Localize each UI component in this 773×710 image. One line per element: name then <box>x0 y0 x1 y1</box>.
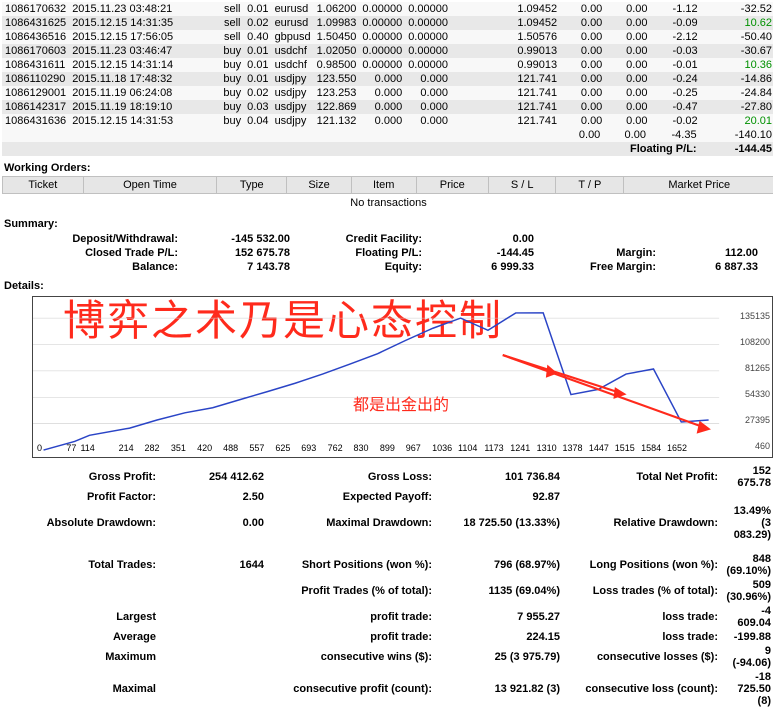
orders-col: Open Time <box>83 177 217 194</box>
orders-col: Ticket <box>3 177 84 194</box>
summary-table: Deposit/Withdrawal:-145 532.00 Credit Fa… <box>22 232 764 274</box>
trade-row[interactable]: 10861706032015.11.23 03:46:47buy0.01usdc… <box>2 44 773 58</box>
orders-col: Price <box>416 177 488 194</box>
trade-row[interactable]: 10864316112015.12.15 14:31:14buy0.01usdc… <box>2 58 773 72</box>
orders-col: Size <box>287 177 352 194</box>
orders-col: Type <box>217 177 287 194</box>
trade-row[interactable]: 10861706322015.11.23 03:48:21sell0.01eur… <box>2 2 773 16</box>
working-orders-header: TicketOpen TimeTypeSizeItemPriceS / LT /… <box>2 176 773 194</box>
no-transactions-text: No transactions <box>2 194 773 212</box>
orders-col: T / P <box>556 177 624 194</box>
trade-row[interactable]: 10864316252015.12.15 14:31:35sell0.02eur… <box>2 16 773 30</box>
orders-col: Item <box>351 177 416 194</box>
stats-table: Gross Profit:254 412.62Gross Loss:101 73… <box>2 464 773 708</box>
trade-row[interactable]: 10864365162015.12.15 17:56:05sell0.40gbp… <box>2 30 773 44</box>
totals-table: 0.00 0.00 -4.35 -140.10 Floating P/L: -1… <box>2 128 773 156</box>
section-working-orders: Working Orders: <box>4 162 773 174</box>
chart-line-svg <box>33 297 772 466</box>
trade-row[interactable]: 10864316362015.12.15 14:31:53buy0.04usdj… <box>2 114 773 128</box>
open-trades-table: 10861706322015.11.23 03:48:21sell0.01eur… <box>2 2 773 128</box>
balance-chart: 博弈之术乃是心态控制 都是出金出的 4602739554330812651082… <box>32 296 773 458</box>
overlay-text-small: 都是出金出的 <box>353 391 449 415</box>
trade-row[interactable]: 10861423172015.11.19 18:19:10buy0.03usdj… <box>2 100 773 114</box>
trade-row[interactable]: 10861102902015.11.18 17:48:32buy0.01usdj… <box>2 72 773 86</box>
section-summary: Summary: <box>4 218 773 230</box>
chart-xaxis: 0771142142823514204885576256937628308999… <box>33 443 728 455</box>
orders-col: S / L <box>489 177 556 194</box>
chart-yaxis: 460273955433081265108200135135 <box>726 301 770 439</box>
orders-col: Market Price <box>624 177 773 194</box>
trade-row[interactable]: 10861290012015.11.19 06:24:08buy0.02usdj… <box>2 86 773 100</box>
